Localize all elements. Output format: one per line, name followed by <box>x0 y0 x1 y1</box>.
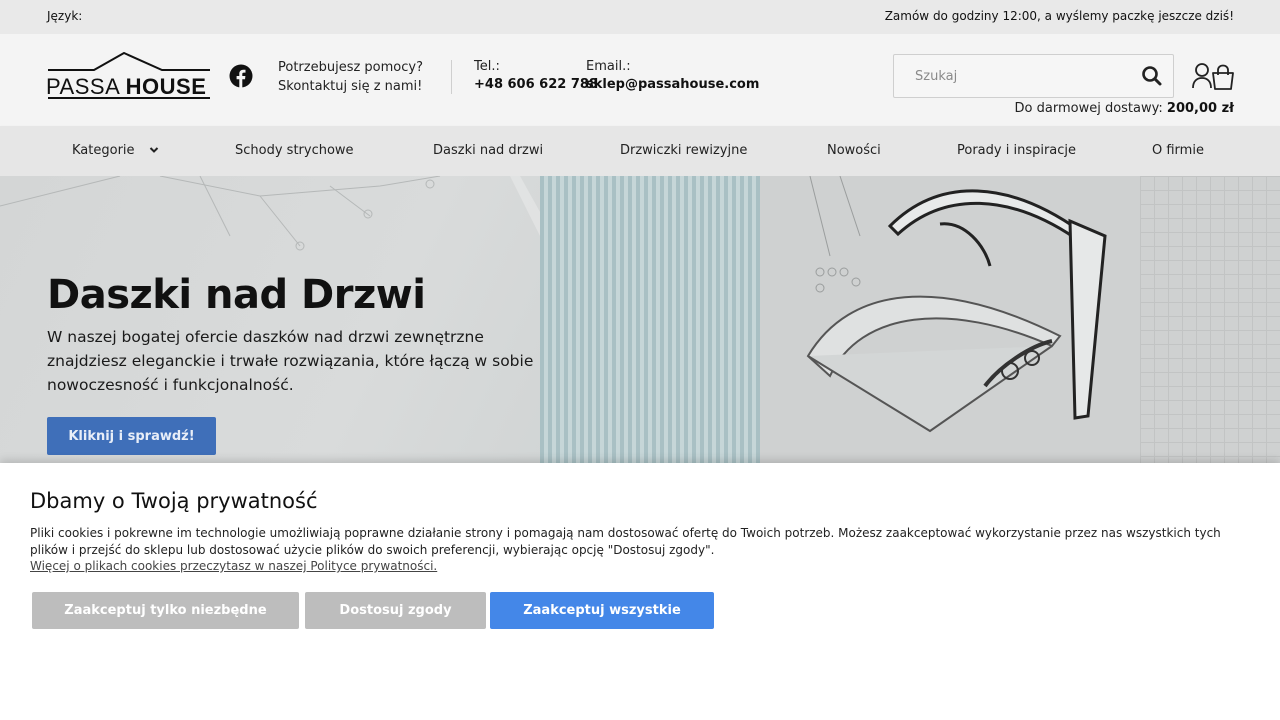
phone-number[interactable]: +48 606 622 788 <box>474 77 598 92</box>
phone-label: Tel.: <box>474 59 500 74</box>
free-shipping-label: Do darmowej dostawy: <box>1014 101 1163 116</box>
cookie-title: Dbamy o Twoją prywatność <box>30 489 318 513</box>
accept-all-button[interactable]: Zaakceptuj wszystkie <box>490 592 714 629</box>
search-input[interactable] <box>894 55 1134 97</box>
logo-text: PASSA HOUSE <box>46 74 207 99</box>
cookie-consent-panel: Dbamy o Twoją prywatność Pliki cookies i… <box>0 463 1280 720</box>
help-line-2: Skontaktuj się z nami! <box>278 79 423 94</box>
user-account-icon[interactable] <box>1191 62 1213 90</box>
privacy-policy-link[interactable]: Więcej o plikach cookies przeczytasz w n… <box>30 559 437 573</box>
search-box <box>893 54 1174 98</box>
facebook-icon[interactable] <box>229 64 253 88</box>
top-bar: Język: Zamów do godziny 12:00, a wyślemy… <box>0 0 1280 34</box>
nav-item-drzwiczki-rewizyjne[interactable]: Drzwiczki rewizyjne <box>620 143 747 158</box>
chevron-down-icon <box>149 147 158 153</box>
hero-description: W naszej bogatej ofercie daszków nad drz… <box>47 328 534 394</box>
hero-cta-button[interactable]: Kliknij i sprawdź! <box>47 417 216 455</box>
main-nav: Kategorie Schody strychowe Daszki nad dr… <box>0 126 1280 176</box>
site-header: PASSA HOUSE Potrzebujesz pomocy? Skontak… <box>0 34 1280 126</box>
customize-consent-button[interactable]: Dostosuj zgody <box>305 592 486 629</box>
language-label[interactable]: Język: <box>47 9 82 23</box>
cookie-description: Pliki cookies i pokrewne im technologie … <box>30 526 1221 557</box>
nav-item-nowosci[interactable]: Nowości <box>827 143 881 158</box>
header-divider <box>451 60 452 94</box>
nav-item-porady-i-inspiracje[interactable]: Porady i inspiracje <box>957 143 1076 158</box>
help-line-1: Potrzebujesz pomocy? <box>278 60 423 75</box>
shipping-promo-text: Zamów do godziny 12:00, a wyślemy paczkę… <box>884 9 1234 23</box>
email-address[interactable]: sklep@passahouse.com <box>586 77 759 92</box>
nav-item-schody-strychowe[interactable]: Schody strychowe <box>235 143 354 158</box>
shopping-bag-icon[interactable] <box>1211 64 1235 90</box>
free-shipping-info: Do darmowej dostawy: 200,00 zł <box>1015 101 1234 116</box>
nav-item-label: Kategorie <box>72 143 135 158</box>
accept-necessary-button[interactable]: Zaakceptuj tylko niezbędne <box>32 592 299 629</box>
email-label: Email.: <box>586 59 631 74</box>
help-text: Potrzebujesz pomocy? Skontaktuj się z na… <box>278 58 423 96</box>
nav-item-kategorie[interactable]: Kategorie <box>72 143 159 158</box>
nav-item-o-firmie[interactable]: O firmie <box>1152 143 1204 158</box>
free-shipping-amount: 200,00 zł <box>1166 101 1234 116</box>
hero-banner: Daszki nad Drzwi W naszej bogatej oferci… <box>0 176 1280 466</box>
passa-house-logo[interactable]: PASSA HOUSE <box>46 52 212 100</box>
door-canopy-illustration <box>806 176 1107 433</box>
hero-title: Daszki nad Drzwi <box>47 272 426 318</box>
search-icon[interactable] <box>1141 65 1163 87</box>
nav-item-daszki-nad-drzwi[interactable]: Daszki nad drzwi <box>433 143 543 158</box>
